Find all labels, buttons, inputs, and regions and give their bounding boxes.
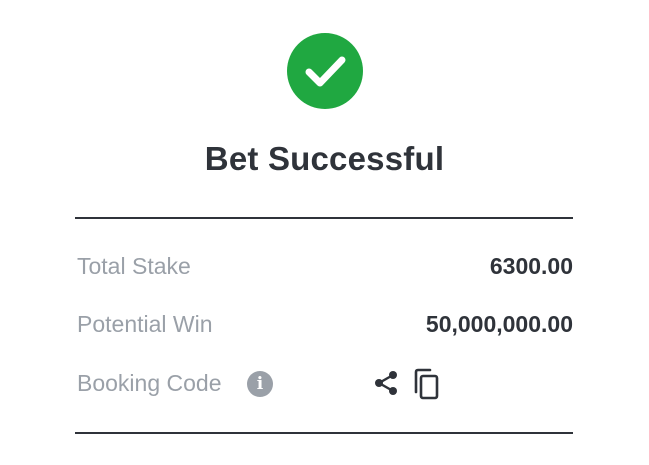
- bottom-divider: [75, 432, 573, 434]
- success-check-icon: [287, 33, 363, 109]
- total-stake-value: 6300.00: [489, 253, 573, 279]
- total-stake-row: Total Stake 6300.00: [75, 249, 573, 283]
- copy-icon[interactable]: [410, 368, 440, 400]
- checkmark-icon: [305, 56, 346, 87]
- share-icon[interactable]: [372, 369, 400, 397]
- top-divider: [75, 217, 573, 219]
- potential-win-label: Potential Win: [77, 311, 213, 337]
- total-stake-label: Total Stake: [77, 253, 191, 279]
- info-icon[interactable]: i: [247, 371, 273, 397]
- potential-win-row: Potential Win 50,000,000.00: [75, 307, 573, 341]
- page-title: Bet Successful: [204, 140, 445, 177]
- booking-code-label: Booking Code: [77, 370, 222, 396]
- booking-code-row: Booking Code i: [75, 366, 573, 400]
- potential-win-value: 50,000,000.00: [425, 311, 573, 337]
